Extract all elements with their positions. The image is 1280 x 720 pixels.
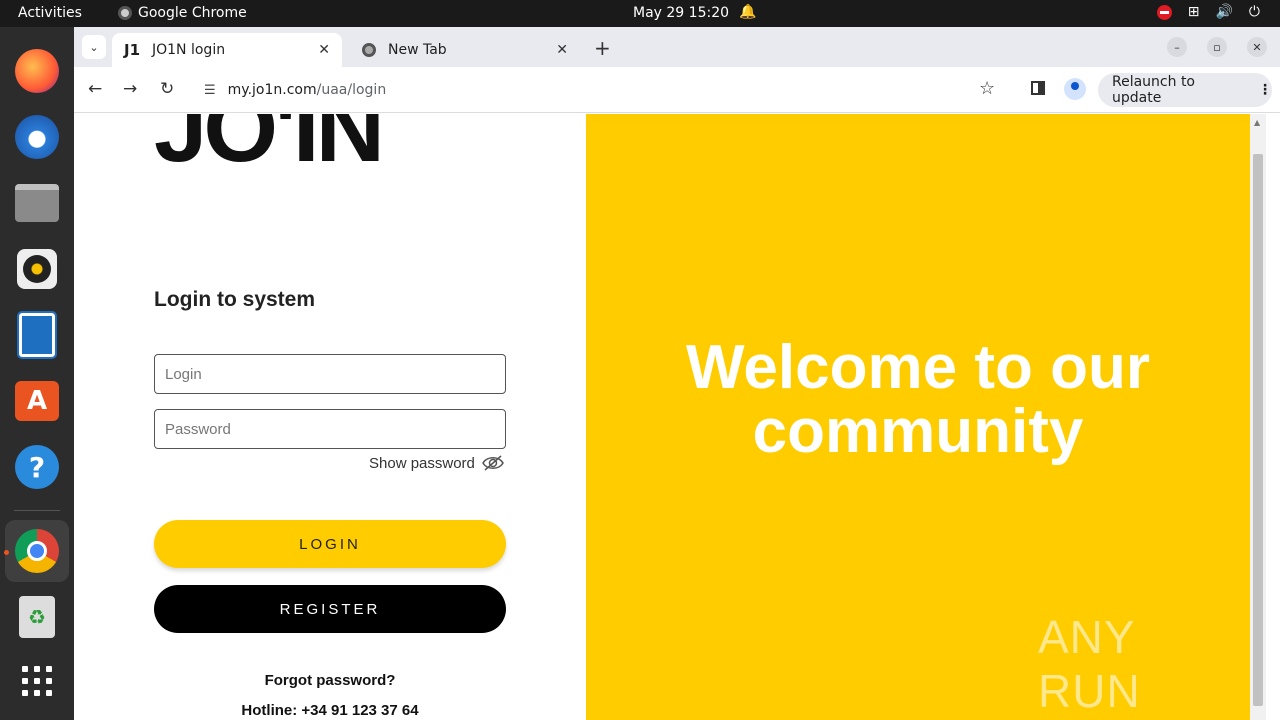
side-panel-icon[interactable] [1031, 81, 1045, 95]
tab-title: JO1N login [152, 42, 226, 58]
chrome-icon[interactable] [13, 527, 61, 575]
welcome-line-1: Welcome to our [686, 333, 1150, 402]
notification-bell-icon[interactable]: 🔔 [739, 4, 756, 20]
thunderbird-icon[interactable] [13, 113, 61, 161]
minimize-icon[interactable]: – [1167, 37, 1187, 57]
close-tab-icon[interactable]: ✕ [318, 42, 330, 58]
clock[interactable]: May 29 15:20 [633, 5, 729, 21]
login-panel: JO'IN Login to system Show password LOGI… [74, 114, 586, 720]
register-button[interactable]: REGISTER [154, 585, 506, 633]
app-center-icon[interactable]: A [13, 377, 61, 425]
scroll-up-arrow-icon[interactable]: ▲ [1254, 118, 1260, 127]
tab-jo1n-login[interactable]: J1 JO1N login ✕ [112, 33, 342, 67]
app-menu[interactable]: Google Chrome [118, 5, 247, 21]
tab-new-tab[interactable]: New Tab ✕ [350, 33, 580, 67]
show-password-label: Show password [369, 454, 475, 472]
address-bar[interactable]: ☰ my.jo1n.com/uaa/login [196, 73, 990, 107]
system-top-bar: Activities Google Chrome May 29 15:20 🔔 … [0, 0, 1280, 27]
forward-arrow-icon[interactable]: → [123, 79, 137, 99]
network-icon[interactable]: ⊞ [1188, 4, 1200, 20]
anyrun-watermark: ANY RUN [1038, 610, 1250, 718]
app-menu-label: Google Chrome [138, 5, 247, 21]
eye-slash-icon [482, 455, 504, 471]
relaunch-label: Relaunch to update [1112, 74, 1196, 106]
tab-title: New Tab [388, 42, 447, 58]
tab-search-chevron-icon[interactable]: ⌄ [82, 35, 106, 59]
trash-icon[interactable]: ♻ [13, 593, 61, 641]
chrome-favicon [362, 43, 376, 57]
welcome-line-2: community [752, 397, 1084, 466]
jo1n-favicon: J1 [124, 41, 141, 59]
close-tab-icon[interactable]: ✕ [556, 42, 568, 58]
firefox-icon[interactable] [13, 47, 61, 95]
tab-strip: ⌄ J1 JO1N login ✕ New Tab ✕ + – ▫ ✕ [74, 27, 1280, 67]
do-not-disturb-icon[interactable] [1156, 4, 1172, 20]
login-heading: Login to system [154, 288, 316, 311]
show-apps-icon[interactable] [13, 657, 61, 705]
relaunch-to-update-button[interactable]: Relaunch to update ⋮ [1098, 73, 1272, 107]
site-info-icon[interactable]: ☰ [204, 83, 216, 98]
password-input[interactable] [154, 409, 506, 449]
browser-toolbar: ← → ↻ ☰ my.jo1n.com/uaa/login ☆ Relaunch… [74, 67, 1280, 113]
chrome-app-icon [118, 6, 132, 20]
login-input[interactable] [154, 354, 506, 394]
welcome-banner: Welcome to our community ANY RUN [586, 114, 1250, 720]
help-icon[interactable]: ? [13, 443, 61, 491]
maximize-icon[interactable]: ▫ [1207, 37, 1227, 57]
new-tab-plus-icon[interactable]: + [594, 36, 611, 60]
dock: A ? ♻ [0, 27, 74, 720]
dock-separator [14, 510, 60, 511]
back-arrow-icon[interactable]: ← [88, 79, 102, 99]
close-window-icon[interactable]: ✕ [1247, 37, 1267, 57]
libreoffice-writer-icon[interactable] [13, 311, 61, 359]
rhythmbox-icon[interactable] [13, 245, 61, 293]
forgot-password-link[interactable]: Forgot password? [154, 672, 506, 689]
files-icon[interactable] [13, 179, 61, 227]
page-scrollbar[interactable]: ▲ [1250, 114, 1266, 720]
running-indicator [4, 550, 9, 555]
profile-avatar-icon[interactable] [1064, 78, 1086, 100]
bookmark-star-icon[interactable]: ☆ [979, 78, 995, 99]
more-menu-icon[interactable]: ⋮ [1258, 82, 1272, 98]
url-path: /uaa/login [316, 82, 387, 98]
login-button[interactable]: LOGIN [154, 520, 506, 568]
url-host: my.jo1n.com [227, 82, 317, 98]
system-tray[interactable]: ⊞ 🔊 ⏻ [1156, 4, 1260, 20]
jo1n-logo: JO'IN [154, 114, 385, 182]
hotline-text: Hotline: +34 91 123 37 64 [241, 702, 419, 719]
show-password-toggle[interactable]: Show password [369, 454, 505, 472]
activities-button[interactable]: Activities [18, 5, 82, 21]
reload-icon[interactable]: ↻ [160, 79, 174, 99]
watermark-text: ANY RUN [1038, 611, 1141, 717]
web-page: JO'IN Login to system Show password LOGI… [74, 114, 1280, 720]
browser-window: ⌄ J1 JO1N login ✕ New Tab ✕ + – ▫ ✕ ← → … [74, 27, 1280, 720]
power-icon[interactable]: ⏻ [1249, 4, 1260, 20]
welcome-headline: Welcome to our community [586, 336, 1250, 464]
volume-icon[interactable]: 🔊 [1215, 4, 1232, 20]
scrollbar-thumb[interactable] [1253, 154, 1263, 706]
